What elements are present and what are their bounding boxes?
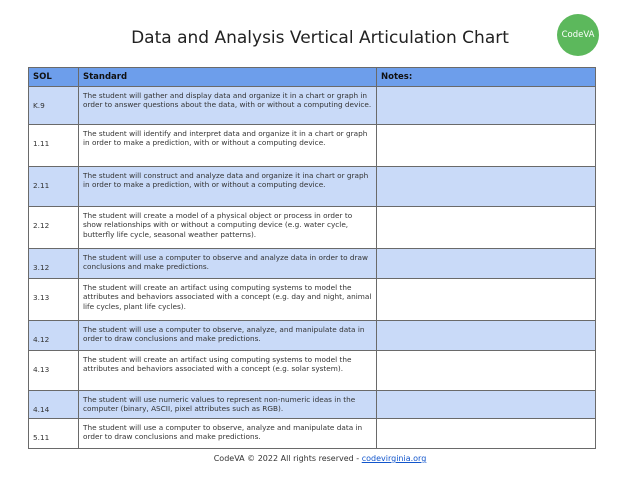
sol-cell: 5.11 [28,418,79,449]
standard-cell: The student will create a model of a phy… [78,206,377,249]
sol-cell: 2.12 [28,206,79,249]
footer: CodeVA © 2022 All rights reserved - code… [0,454,640,463]
footer-link[interactable]: codevirginia.org [362,454,427,463]
standard-cell: The student will create an artifact usin… [78,278,377,321]
notes-cell[interactable] [376,278,596,321]
table-row: 4.13 The student will create an artifact … [28,350,596,391]
sol-cell: 1.11 [28,124,79,167]
standard-cell: The student will use a computer to obser… [78,320,377,351]
sol-cell: 4.14 [28,390,79,419]
standard-cell: The student will create an artifact usin… [78,350,377,391]
sol-cell: K.9 [28,86,79,125]
table-row: 4.14 The student will use numeric values … [28,390,596,419]
table-row: 2.11 The student will construct and analy… [28,166,596,207]
table-row: 2.12 The student will create a model of a… [28,206,596,249]
notes-cell[interactable] [376,418,596,449]
notes-cell[interactable] [376,124,596,167]
standard-cell: The student will construct and analyze d… [78,166,377,207]
sol-cell: 3.12 [28,248,79,279]
table-row: 4.12 The student will use a computer to o… [28,320,596,351]
notes-cell[interactable] [376,390,596,419]
logo-text: CodeVA [561,30,595,40]
notes-cell[interactable] [376,206,596,249]
sol-cell: 4.13 [28,350,79,391]
standard-cell: The student will use numeric values to r… [78,390,377,419]
table-row: 1.11 The student will identify and interp… [28,124,596,167]
footer-copyright: CodeVA © 2022 All rights reserved - [213,454,362,463]
table-row: 5.11 The student will use a computer to o… [28,418,596,449]
sol-cell: 2.11 [28,166,79,207]
table-row: K.9 The student will gather and display d… [28,86,596,125]
header-standard: Standard [78,67,377,87]
table-header-row: SOL Standard Notes: [28,67,596,87]
header-notes: Notes: [376,67,596,87]
notes-cell[interactable] [376,86,596,125]
sol-cell: 4.12 [28,320,79,351]
header-sol: SOL [28,67,79,87]
notes-cell[interactable] [376,320,596,351]
standard-cell: The student will use a computer to obser… [78,418,377,449]
standard-cell: The student will gather and display data… [78,86,377,125]
notes-cell[interactable] [376,248,596,279]
table-row: 3.13 The student will create an artifact … [28,278,596,321]
table-row: 3.12 The student will use a computer to o… [28,248,596,279]
notes-cell[interactable] [376,350,596,391]
articulation-table: SOL Standard Notes: K.9 The student will … [28,67,596,449]
page-title: Data and Analysis Vertical Articulation … [131,28,509,48]
codeva-logo: CodeVA [557,14,599,56]
standard-cell: The student will identify and interpret … [78,124,377,167]
sol-cell: 3.13 [28,278,79,321]
standard-cell: The student will use a computer to obser… [78,248,377,279]
notes-cell[interactable] [376,166,596,207]
